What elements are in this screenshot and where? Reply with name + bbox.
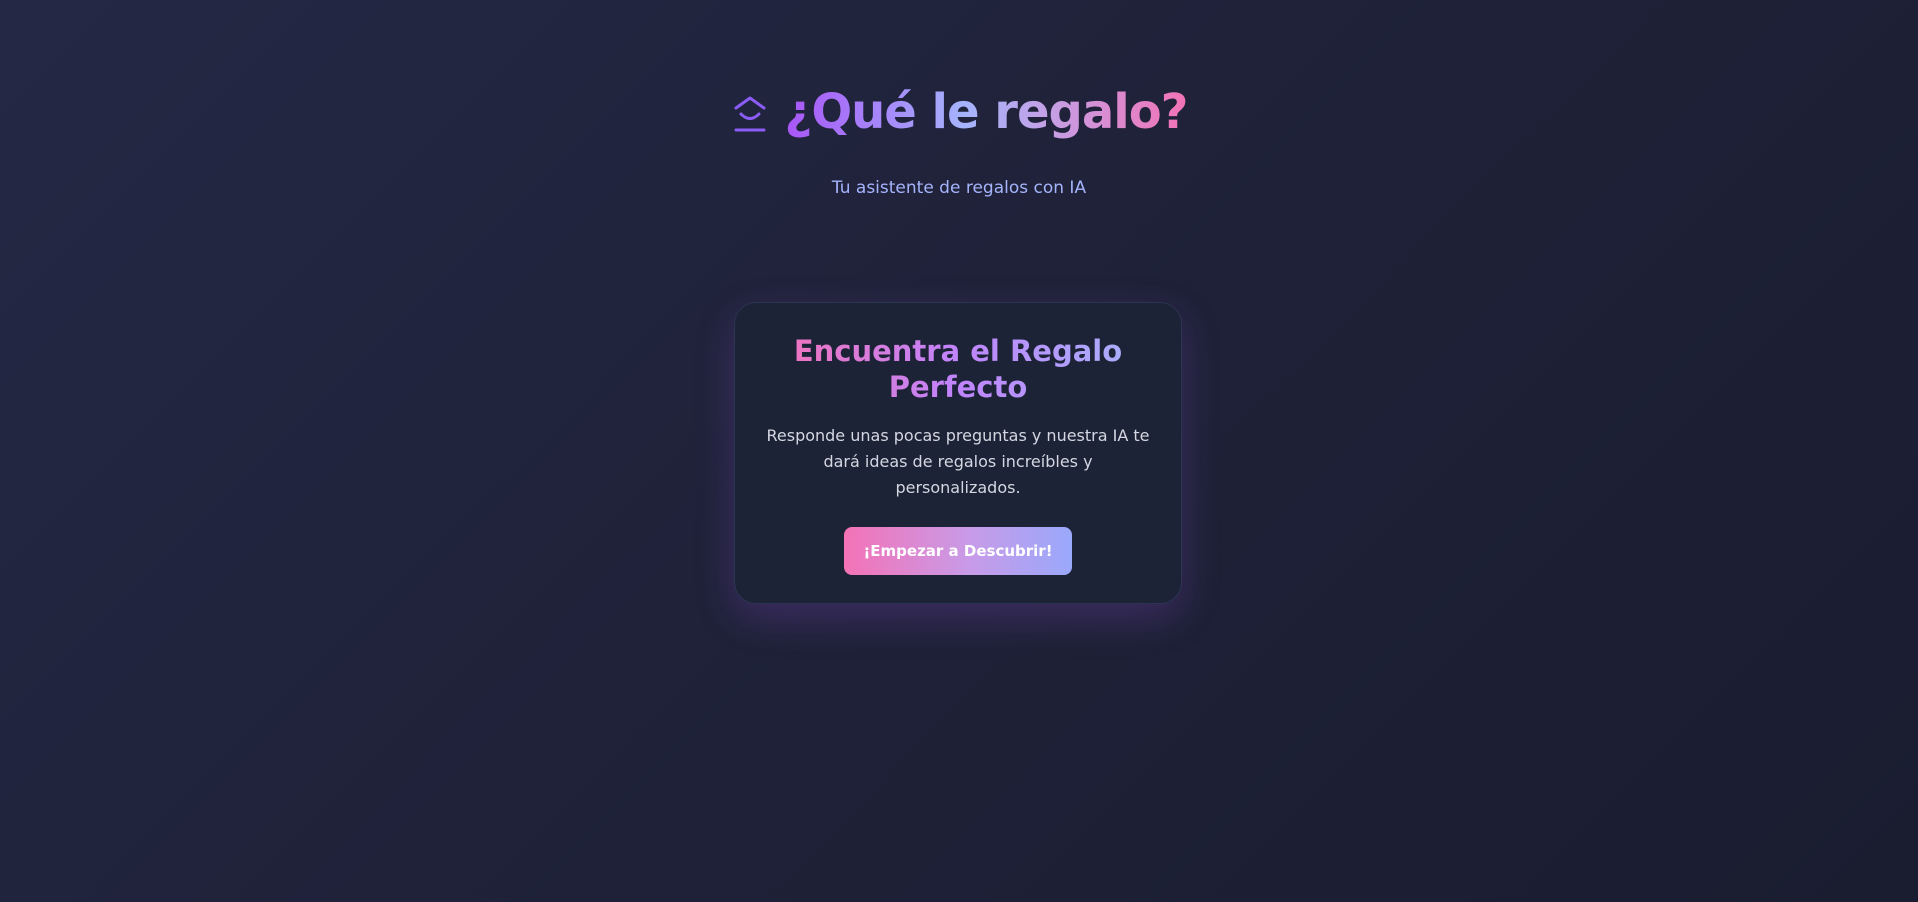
start-discovering-button[interactable]: ¡Empezar a Descubrir!	[844, 527, 1072, 575]
app-subtitle: Tu asistente de regalos con IA	[831, 178, 1087, 198]
card-title: Encuentra el Regalo Perfecto	[763, 333, 1153, 405]
intro-card: Encuentra el Regalo Perfecto Responde un…	[734, 302, 1182, 604]
app-title: ¿Qué le regalo?	[784, 78, 1188, 146]
page-header: ¿Qué le regalo? Tu asistente de regalos …	[0, 78, 1918, 200]
card-description: Responde unas pocas preguntas y nuestra …	[766, 426, 1150, 497]
title-row: ¿Qué le regalo?	[0, 78, 1918, 146]
gift-icon	[730, 92, 770, 136]
